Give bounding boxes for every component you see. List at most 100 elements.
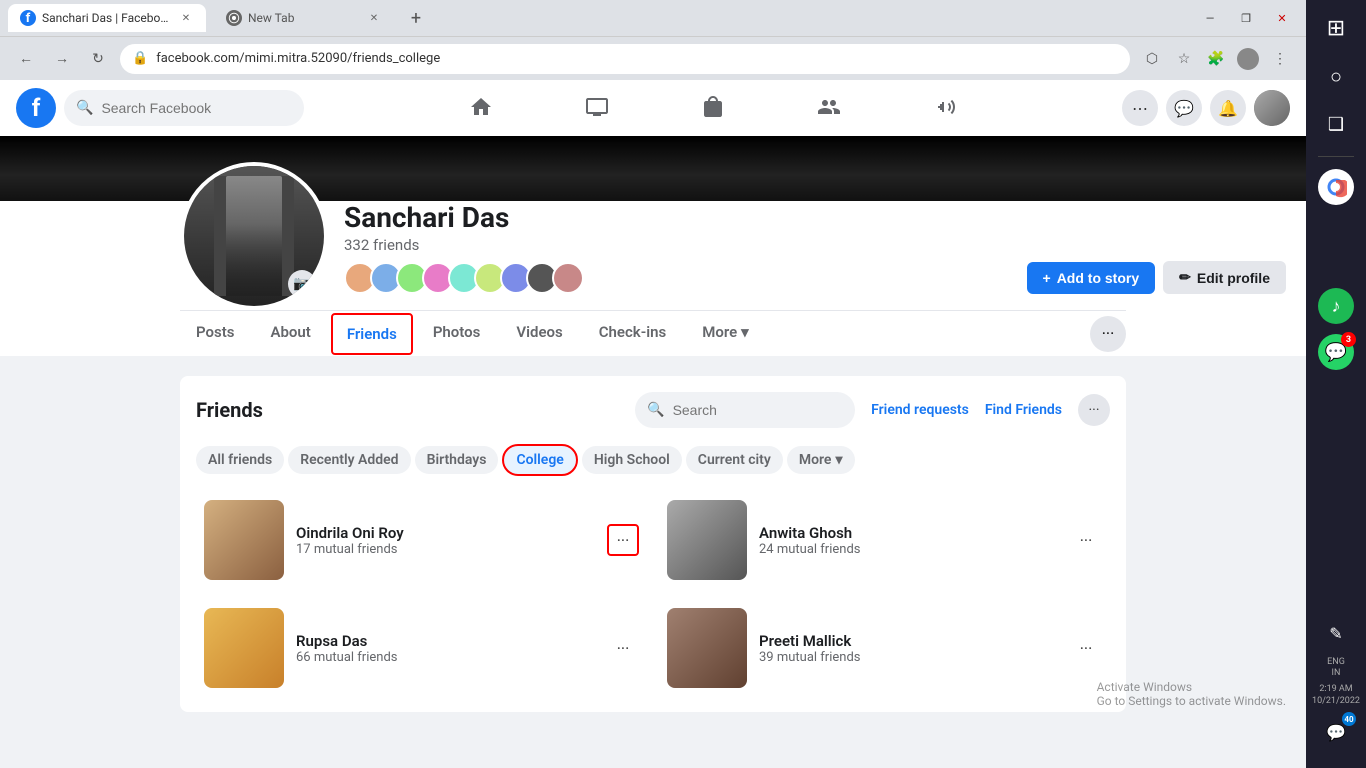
friend-menu-button-2[interactable]: ··· — [1070, 524, 1102, 556]
profile-area: 📷 Sanchari Das 332 friends — [0, 136, 1306, 356]
friend-menu-button-4[interactable]: ··· — [1070, 632, 1102, 664]
profile-friends-count: 332 friends — [344, 236, 1011, 254]
new-tab-button[interactable]: + — [402, 4, 430, 32]
cast-icon[interactable]: ⬡ — [1138, 45, 1166, 73]
nav-about[interactable]: About — [254, 311, 326, 356]
search-bar[interactable]: 🔍 — [64, 90, 304, 126]
filter-all-friends[interactable]: All friends — [196, 446, 284, 474]
notifications-badge: 40 — [1342, 712, 1356, 726]
language-indicator: ENG IN — [1327, 657, 1345, 679]
facebook-logo[interactable]: f — [16, 88, 56, 128]
back-button[interactable]: ← — [12, 45, 40, 73]
globe-favicon: ⦿ — [226, 10, 242, 26]
plus-icon: + — [1043, 270, 1051, 286]
region-text: IN — [1327, 668, 1345, 679]
add-story-button[interactable]: + Add to story — [1027, 262, 1156, 294]
filter-more[interactable]: More ▾ — [787, 446, 855, 474]
refresh-button[interactable]: ↻ — [84, 45, 112, 73]
filter-current-city[interactable]: Current city — [686, 446, 783, 474]
pen-icon[interactable]: ✎ — [1316, 613, 1356, 653]
header-actions: ⋯ 💬 🔔 — [1122, 90, 1290, 126]
nav-more-dropdown[interactable]: More ▾ — [686, 311, 764, 356]
friend-avatar-9 — [552, 262, 584, 294]
notifications-icon-wrapper[interactable]: 💬 40 — [1316, 712, 1356, 752]
whatsapp-icon[interactable]: 💬 3 — [1316, 332, 1356, 372]
profile-avatar[interactable] — [1254, 90, 1290, 126]
main-browser: f Sanchari Das | Facebook ✕ ⦿ New Tab ✕ … — [0, 0, 1306, 768]
friend-avatars-row — [344, 262, 1011, 294]
search-button[interactable]: ○ — [1316, 56, 1356, 96]
nav-gaming[interactable] — [889, 84, 1001, 132]
tab-newtab[interactable]: ⦿ New Tab ✕ — [214, 4, 394, 32]
divider — [1318, 156, 1354, 157]
profile-nav-options[interactable]: ··· — [1090, 316, 1126, 352]
nav-friends[interactable]: Friends — [331, 313, 413, 355]
maximize-button[interactable]: ❐ — [1230, 8, 1262, 28]
time-text: 2:19 AM — [1312, 683, 1360, 696]
clock: 2:19 AM 10/21/2022 — [1312, 683, 1360, 708]
nav-posts[interactable]: Posts — [180, 311, 250, 356]
messenger-button[interactable]: 💬 — [1166, 90, 1202, 126]
profile-details: Sanchari Das 332 friends — [344, 201, 1011, 310]
menu-icon[interactable]: ⋮ — [1266, 45, 1294, 73]
search-input[interactable] — [101, 100, 281, 116]
minimize-button[interactable]: — — [1194, 8, 1226, 28]
forward-button[interactable]: → — [48, 45, 76, 73]
friend-requests-link[interactable]: Friend requests — [871, 402, 969, 418]
nav-home[interactable] — [425, 84, 537, 132]
friend-card-1[interactable]: Oindrila Oni Roy 17 mutual friends ··· — [196, 492, 647, 588]
nav-marketplace[interactable] — [657, 84, 769, 132]
filter-college[interactable]: College — [502, 444, 577, 476]
chrome-icon[interactable] — [1318, 169, 1354, 205]
friends-section: Friends 🔍 Friend requests Find Friends ·… — [180, 376, 1126, 712]
friend-menu-button-1[interactable]: ··· — [607, 524, 639, 556]
friends-search-input[interactable] — [673, 402, 793, 418]
nav-checkins[interactable]: Check-ins — [583, 311, 682, 356]
filter-recently-added[interactable]: Recently Added — [288, 446, 410, 474]
friend-name-4: Preeti Mallick — [759, 632, 1058, 650]
friend-mutual-3: 66 mutual friends — [296, 650, 595, 665]
friend-mutual-1: 17 mutual friends — [296, 542, 595, 557]
fb-favicon: f — [20, 10, 36, 26]
lang-text: ENG — [1327, 657, 1345, 668]
friend-info-4: Preeti Mallick 39 mutual friends — [759, 632, 1058, 665]
nav-videos[interactable]: Videos — [500, 311, 578, 356]
camera-button[interactable]: 📷 — [288, 270, 316, 298]
filter-high-school[interactable]: High School — [582, 446, 682, 474]
notifications-button[interactable]: 🔔 — [1210, 90, 1246, 126]
friend-photo-2 — [667, 500, 747, 580]
close-tab-newtab[interactable]: ✕ — [366, 10, 382, 26]
start-button[interactable]: ⊞ — [1316, 8, 1356, 48]
url-text: facebook.com/mimi.mitra.52090/friends_co… — [156, 51, 1118, 66]
friends-search-bar[interactable]: 🔍 — [635, 392, 855, 428]
tab-title-newtab: New Tab — [248, 11, 294, 25]
friend-card-4[interactable]: Preeti Mallick 39 mutual friends ··· — [659, 600, 1110, 696]
apps-button[interactable]: ⋯ — [1122, 90, 1158, 126]
task-view-button[interactable]: ❑ — [1316, 104, 1356, 144]
title-bar-controls: — ❐ ✕ — [1194, 8, 1298, 28]
url-bar[interactable]: 🔒 facebook.com/mimi.mitra.52090/friends_… — [120, 44, 1130, 74]
add-story-label: Add to story — [1057, 270, 1139, 286]
tab-facebook[interactable]: f Sanchari Das | Facebook ✕ — [8, 4, 206, 32]
friend-mutual-4: 39 mutual friends — [759, 650, 1058, 665]
nav-photos[interactable]: Photos — [417, 311, 497, 356]
address-bar: ← → ↻ 🔒 facebook.com/mimi.mitra.52090/fr… — [0, 36, 1306, 80]
profile-name: Sanchari Das — [344, 201, 1011, 234]
spotify-icon[interactable]: ♪ — [1318, 288, 1354, 324]
friend-menu-button-3[interactable]: ··· — [607, 632, 639, 664]
nav-video[interactable] — [541, 84, 653, 132]
friend-card-3[interactable]: Rupsa Das 66 mutual friends ··· — [196, 600, 647, 696]
friends-options-button[interactable]: ··· — [1078, 394, 1110, 426]
close-button[interactable]: ✕ — [1266, 8, 1298, 28]
profile-icon[interactable] — [1234, 45, 1262, 73]
close-tab-facebook[interactable]: ✕ — [178, 10, 194, 26]
star-icon[interactable]: ☆ — [1170, 45, 1198, 73]
tab-title-facebook: Sanchari Das | Facebook — [42, 11, 172, 25]
friend-card-2[interactable]: Anwita Ghosh 24 mutual friends ··· — [659, 492, 1110, 588]
nav-groups[interactable] — [773, 84, 885, 132]
filter-birthdays[interactable]: Birthdays — [415, 446, 499, 474]
edit-profile-button[interactable]: ✏ Edit profile — [1163, 261, 1286, 294]
extensions-icon[interactable]: 🧩 — [1202, 45, 1230, 73]
friends-header: Friends 🔍 Friend requests Find Friends ·… — [196, 392, 1110, 428]
find-friends-link[interactable]: Find Friends — [985, 402, 1062, 418]
